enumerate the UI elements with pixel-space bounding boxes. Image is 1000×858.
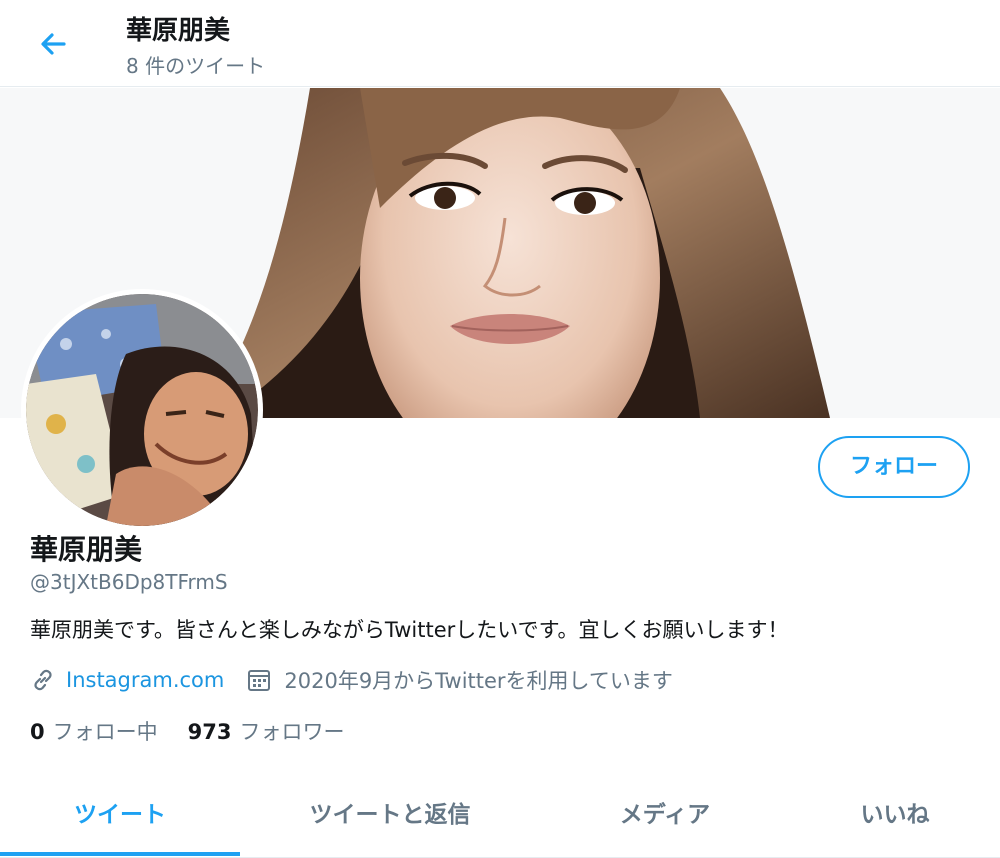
following-link[interactable]: 0 フォロー中 xyxy=(30,716,158,746)
tab-likes[interactable]: いいね xyxy=(790,782,1000,854)
avatar[interactable] xyxy=(26,294,258,526)
calendar-icon xyxy=(248,670,271,691)
profile-link[interactable]: Instagram.com xyxy=(66,668,224,692)
profile-handle: @3tJXtB6Dp8TFrmS xyxy=(30,570,228,594)
link-icon xyxy=(34,669,52,691)
followers-count: 973 xyxy=(187,720,232,744)
profile-tabs: ツイート ツイートと返信 メディア いいね xyxy=(0,782,1000,858)
follow-button[interactable]: フォロー xyxy=(818,436,970,498)
follow-counts: 0 フォロー中 973 フォロワー xyxy=(30,716,374,746)
joined-date: 2020年9月からTwitterを利用しています xyxy=(284,669,673,693)
avatar-photo xyxy=(26,294,258,526)
back-button[interactable] xyxy=(34,24,74,64)
followers-link[interactable]: 973 フォロワー xyxy=(188,716,345,746)
top-bar: 華原朋美 8 件のツイート xyxy=(0,0,1000,87)
following-label: フォロー中 xyxy=(52,720,158,744)
tweet-count: 8 件のツイート xyxy=(126,54,266,78)
tab-media[interactable]: メディア xyxy=(540,782,790,854)
back-arrow-icon xyxy=(41,33,66,55)
tab-tweets-replies[interactable]: ツイートと返信 xyxy=(240,782,540,854)
tab-tweets[interactable]: ツイート xyxy=(0,782,240,854)
profile-bio: 華原朋美です。皆さんと楽しみながらTwitterしたいです。宜しくお願いします！ xyxy=(30,618,789,642)
page-title: 華原朋美 xyxy=(126,16,231,46)
active-tab-indicator xyxy=(0,852,240,856)
following-count: 0 xyxy=(30,720,45,744)
profile-name: 華原朋美 xyxy=(30,533,143,566)
followers-label: フォロワー xyxy=(239,720,345,744)
profile-meta: Instagram.com 2020年9月からTwitterを利用しています xyxy=(30,664,673,696)
